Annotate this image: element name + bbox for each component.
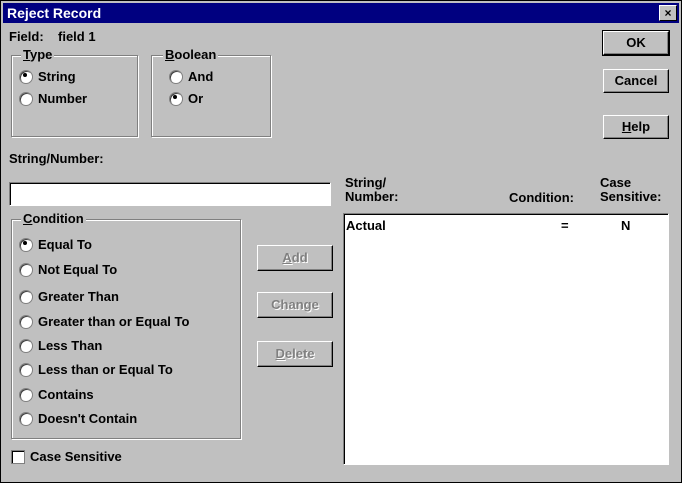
condition-group [11, 219, 241, 439]
radio-unselected-icon [19, 314, 33, 329]
checkbox-icon [11, 449, 25, 464]
close-icon: × [664, 6, 672, 20]
criteria-list[interactable]: Actual = N [343, 213, 669, 465]
close-button[interactable]: × [659, 5, 677, 21]
header-string-number: String/Number: [345, 175, 399, 204]
condition-option-not-equal-to[interactable]: Not Equal To [19, 262, 117, 277]
condition-option-less-than[interactable]: Less Than [19, 338, 102, 353]
boolean-option-and[interactable]: And [169, 69, 213, 84]
case-sensitive-checkbox[interactable]: Case Sensitive [11, 449, 122, 464]
list-item[interactable]: Actual = N [346, 218, 666, 234]
radio-selected-icon [19, 69, 33, 84]
radio-unselected-icon [19, 338, 33, 353]
field-label: Field: [9, 29, 44, 44]
reject-record-dialog: Reject Record × Field: field 1 Type Stri… [0, 0, 682, 483]
field-value: field 1 [58, 29, 96, 44]
condition-option-less-or-equal[interactable]: Less than or Equal To [19, 362, 173, 377]
window-title: Reject Record [7, 5, 102, 21]
type-option-string[interactable]: String [19, 69, 76, 84]
condition-option-doesnt-contain[interactable]: Doesn't Contain [19, 411, 137, 426]
condition-option-equal-to[interactable]: Equal To [19, 237, 92, 252]
radio-unselected-icon [19, 411, 33, 426]
string-number-input[interactable] [9, 182, 331, 206]
type-group-legend: Type [21, 47, 55, 62]
ok-button[interactable]: OK [602, 30, 670, 56]
radio-unselected-icon [169, 69, 183, 84]
condition-option-greater-than[interactable]: Greater Than [19, 289, 119, 304]
add-button[interactable]: Add [257, 245, 333, 271]
radio-unselected-icon [19, 91, 33, 106]
header-case-sensitive: Case Sensitive: [600, 175, 662, 204]
delete-button[interactable]: Delete [257, 341, 333, 367]
radio-selected-icon [169, 91, 183, 106]
boolean-group-legend: Boolean [163, 47, 219, 62]
condition-option-greater-or-equal[interactable]: Greater than or Equal To [19, 314, 189, 329]
help-button[interactable]: Help [603, 115, 669, 139]
string-number-label: String/Number: [9, 151, 104, 166]
header-condition: Condition: [509, 190, 574, 205]
radio-unselected-icon [19, 387, 33, 402]
radio-unselected-icon [19, 262, 33, 277]
list-item-value: Actual [346, 218, 386, 233]
cancel-button[interactable]: Cancel [603, 69, 669, 93]
type-option-number[interactable]: Number [19, 91, 87, 106]
radio-unselected-icon [19, 362, 33, 377]
change-button[interactable]: Change [257, 292, 333, 318]
condition-option-contains[interactable]: Contains [19, 387, 94, 402]
boolean-option-or[interactable]: Or [169, 91, 203, 106]
condition-group-legend: Condition [21, 211, 86, 226]
list-item-case: N [621, 218, 631, 233]
list-item-condition: = [561, 218, 569, 233]
radio-selected-icon [19, 237, 33, 252]
radio-unselected-icon [19, 289, 33, 304]
title-bar[interactable]: Reject Record × [3, 3, 679, 23]
